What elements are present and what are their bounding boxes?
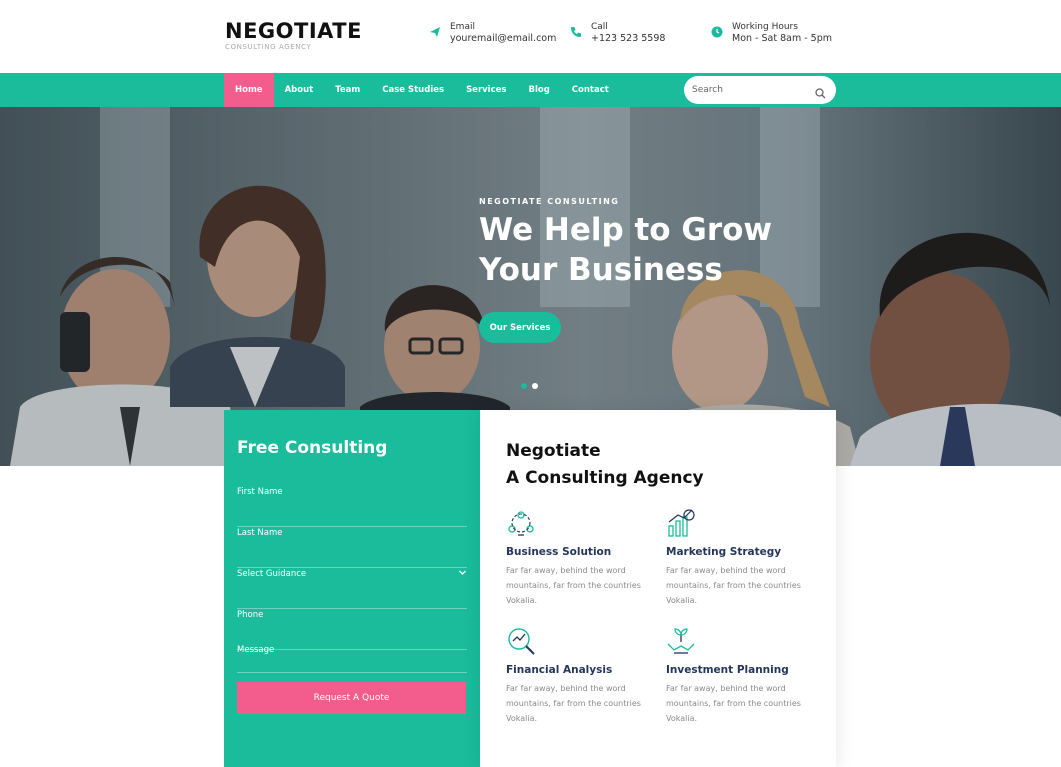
hero-title: We Help to Grow Your Business xyxy=(479,210,859,290)
service-investment-planning[interactable]: Investment Planning Far far away, behind… xyxy=(666,626,816,726)
nav-item-blog[interactable]: Blog xyxy=(517,73,560,107)
search-icon[interactable] xyxy=(815,84,826,103)
last-name-field[interactable]: Last Name xyxy=(237,528,467,568)
hero-eyebrow: NEGOTIATE CONSULTING xyxy=(479,197,620,206)
our-services-button[interactable]: Our Services xyxy=(479,312,561,343)
phone-value[interactable]: +123 523 5598 xyxy=(591,33,665,45)
slider-dots xyxy=(521,383,538,389)
network-people-icon xyxy=(508,511,534,536)
paper-plane-icon xyxy=(428,25,442,39)
services-heading: Negotiate A Consulting Agency xyxy=(506,438,704,492)
service-title: Business Solution xyxy=(506,546,612,558)
growth-chart-icon xyxy=(668,509,695,537)
service-title: Financial Analysis xyxy=(506,664,613,676)
main-navbar: Home About Team Case Studies Services Bl… xyxy=(0,73,1061,107)
contact-email: Email youremail@email.com xyxy=(428,21,556,45)
nav-item-contact[interactable]: Contact xyxy=(561,73,620,107)
nav-item-services[interactable]: Services xyxy=(455,73,517,107)
search-box xyxy=(684,76,836,104)
slider-dot-1[interactable] xyxy=(521,383,527,389)
phone-field[interactable]: Phone xyxy=(237,610,467,650)
hero-title-line2: Your Business xyxy=(479,252,723,288)
service-text: Far far away, behind the word mountains,… xyxy=(506,566,641,605)
select-guidance-dropdown[interactable]: Select Guidance xyxy=(237,569,467,609)
first-name-placeholder: First Name xyxy=(237,487,283,497)
plant-hand-icon xyxy=(667,628,695,654)
first-name-field[interactable]: First Name xyxy=(237,487,467,527)
services-panel: Negotiate A Consulting Agency Business S… xyxy=(480,410,836,767)
email-value[interactable]: youremail@email.com xyxy=(450,33,556,45)
service-text: Far far away, behind the word mountains,… xyxy=(506,684,641,723)
brand-name: NEGOTIATE xyxy=(225,19,362,43)
search-input[interactable] xyxy=(692,82,810,98)
contact-phone: Call +123 523 5598 xyxy=(569,21,665,45)
free-consulting-form: Free Consulting First Name Last Name Sel… xyxy=(224,410,480,767)
nav-item-case-studies[interactable]: Case Studies xyxy=(371,73,455,107)
nav-item-about[interactable]: About xyxy=(274,73,325,107)
message-field[interactable]: Message xyxy=(237,645,467,673)
clock-icon xyxy=(710,25,724,39)
nav-item-team[interactable]: Team xyxy=(324,73,371,107)
service-financial-analysis[interactable]: Financial Analysis Far far away, behind … xyxy=(506,626,656,726)
service-title: Investment Planning xyxy=(666,664,789,676)
nav-item-home[interactable]: Home xyxy=(224,73,274,107)
brand-tagline: CONSULTING AGENCY xyxy=(225,43,312,51)
chevron-down-icon xyxy=(459,570,466,575)
hours-label: Working Hours xyxy=(732,22,798,32)
service-text: Far far away, behind the word mountains,… xyxy=(666,684,801,723)
magnifier-chart-icon xyxy=(508,628,535,655)
service-marketing-strategy[interactable]: Marketing Strategy Far far away, behind … xyxy=(666,508,816,608)
service-text: Far far away, behind the word mountains,… xyxy=(666,566,801,605)
select-guidance-placeholder: Select Guidance xyxy=(237,569,307,579)
service-business-solution[interactable]: Business Solution Far far away, behind t… xyxy=(506,508,656,608)
services-heading-line2: A Consulting Agency xyxy=(506,468,704,488)
email-label: Email xyxy=(450,22,475,32)
top-header: NEGOTIATE CONSULTING AGENCY Email yourem… xyxy=(0,0,1061,73)
services-heading-line1: Negotiate xyxy=(506,441,601,461)
phone-placeholder: Phone xyxy=(237,610,264,620)
main-nav: Home About Team Case Studies Services Bl… xyxy=(224,73,620,107)
service-title: Marketing Strategy xyxy=(666,546,782,558)
form-title: Free Consulting xyxy=(237,438,388,458)
hero-title-line1: We Help to Grow xyxy=(479,212,773,248)
contact-hours: Working Hours Mon - Sat 8am - 5pm xyxy=(710,21,832,45)
message-placeholder: Message xyxy=(237,645,275,655)
brand-logo[interactable]: NEGOTIATE CONSULTING AGENCY xyxy=(225,20,362,51)
last-name-placeholder: Last Name xyxy=(237,528,283,538)
hours-value: Mon - Sat 8am - 5pm xyxy=(732,33,833,44)
request-quote-button[interactable]: Request A Quote xyxy=(237,682,466,714)
phone-icon xyxy=(569,25,583,39)
slider-dot-2[interactable] xyxy=(532,383,538,389)
phone-label: Call xyxy=(591,22,608,32)
